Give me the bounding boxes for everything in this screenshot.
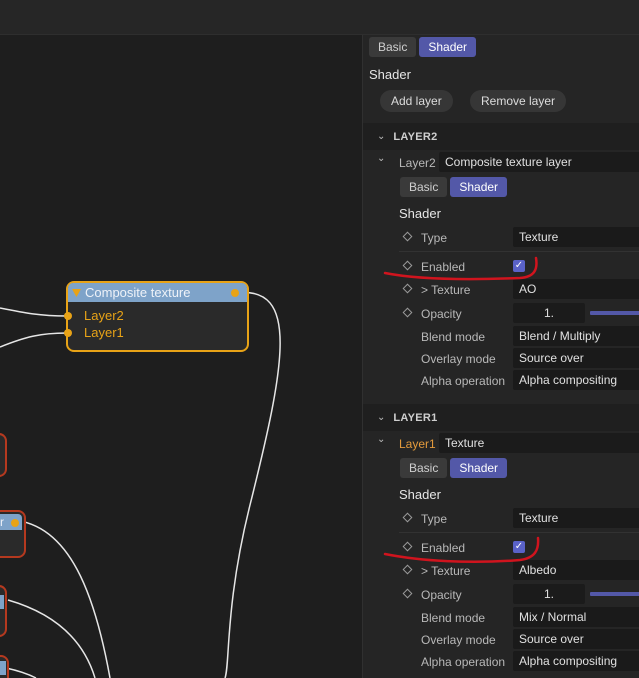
diamond-icon[interactable] — [402, 588, 413, 599]
texture-label[interactable]: > Texture — [421, 283, 470, 297]
chevron-down-icon[interactable]: ⌄ — [377, 412, 385, 423]
composite-texture-node[interactable]: Composite texture Layer2 Layer1 — [64, 281, 249, 352]
type-label: Type — [421, 512, 448, 526]
tab-shader[interactable]: Shader — [450, 177, 508, 197]
node-input-port-layer1[interactable] — [64, 329, 72, 337]
divider — [399, 532, 639, 533]
top-toolbar — [0, 0, 639, 35]
chevron-down-icon[interactable]: ⌄ — [377, 434, 385, 445]
tab-basic[interactable]: Basic — [400, 177, 448, 197]
opacity-input[interactable]: 1. — [513, 584, 585, 604]
chevron-down-icon[interactable]: ⌄ — [377, 153, 385, 164]
opacity-input[interactable]: 1. — [513, 303, 585, 323]
panel-title: Shader — [369, 67, 411, 82]
type-label: Type — [421, 231, 448, 245]
checkmark-icon: ✓ — [514, 541, 524, 552]
node-input-port-layer2[interactable] — [64, 312, 72, 320]
graph-node-partial[interactable]: r — [0, 510, 26, 558]
overlay-mode-select[interactable]: Source over — [513, 629, 639, 649]
divider — [399, 251, 639, 252]
tab-shader[interactable]: Shader — [419, 37, 477, 57]
chevron-down-icon[interactable]: ⌄ — [377, 131, 385, 142]
layer2-section-header[interactable]: ⌄ LAYER2 — [363, 123, 639, 150]
node-title: Composite texture — [85, 285, 191, 300]
tab-basic[interactable]: Basic — [369, 37, 417, 57]
graph-node-partial[interactable] — [0, 655, 9, 678]
section-title: LAYER1 — [393, 411, 438, 424]
graph-node-partial[interactable] — [0, 433, 7, 477]
diamond-icon[interactable] — [402, 307, 413, 318]
overlay-mode-label: Overlay mode — [421, 352, 496, 366]
layer1-section-header[interactable]: ⌄ LAYER1 — [363, 404, 639, 431]
graph-node-partial[interactable] — [0, 585, 7, 637]
section-title: LAYER2 — [393, 130, 438, 143]
tab-basic[interactable]: Basic — [400, 458, 448, 478]
layer-tabs: Basic Shader — [400, 177, 510, 197]
node-output-port[interactable] — [231, 289, 239, 297]
node-partial-title: r — [0, 515, 4, 529]
triangle-down-icon[interactable] — [72, 288, 81, 297]
layer-tabs: Basic Shader — [400, 458, 510, 478]
blend-mode-label: Blend mode — [421, 330, 486, 344]
blend-mode-label: Blend mode — [421, 611, 486, 625]
enabled-checkbox[interactable]: ✓ — [513, 260, 525, 272]
alpha-operation-select[interactable]: Alpha compositing — [513, 651, 639, 671]
inspector-panel: Basic Shader Shader Add layer Remove lay… — [362, 35, 639, 678]
shader-subtitle: Shader — [399, 206, 441, 221]
opacity-slider[interactable] — [590, 592, 639, 596]
opacity-label: Opacity — [421, 307, 462, 321]
node-graph-canvas[interactable]: r Composite texture Layer2 Layer1 — [0, 35, 362, 678]
blend-mode-select[interactable]: Mix / Normal — [513, 607, 639, 627]
texture-select[interactable]: Albedo — [513, 560, 639, 580]
layer-label: Layer1 — [399, 437, 436, 451]
shader-subtitle: Shader — [399, 487, 441, 502]
overlay-mode-label: Overlay mode — [421, 633, 496, 647]
enabled-label: Enabled — [421, 541, 466, 555]
tab-shader[interactable]: Shader — [450, 458, 508, 478]
add-layer-button[interactable]: Add layer — [380, 90, 453, 112]
inspector-tabs: Basic Shader — [369, 37, 479, 57]
diamond-icon[interactable] — [402, 564, 413, 575]
enabled-label: Enabled — [421, 260, 466, 274]
blend-mode-select[interactable]: Blend / Multiply — [513, 326, 639, 346]
node-wires — [0, 291, 281, 678]
diamond-icon[interactable] — [402, 541, 413, 552]
diamond-icon[interactable] — [402, 283, 413, 294]
layer-name-field[interactable]: Composite texture layer — [439, 152, 639, 172]
layer-name-field[interactable]: Texture — [439, 433, 639, 453]
alpha-operation-select[interactable]: Alpha compositing — [513, 370, 639, 390]
layer-label: Layer2 — [399, 156, 436, 170]
checkmark-icon: ✓ — [514, 260, 524, 271]
type-select[interactable]: Texture — [513, 227, 639, 247]
remove-layer-button[interactable]: Remove layer — [470, 90, 567, 112]
overlay-mode-select[interactable]: Source over — [513, 348, 639, 368]
alpha-operation-label: Alpha operation — [421, 374, 506, 388]
node-header[interactable]: Composite texture — [68, 283, 247, 302]
opacity-slider[interactable] — [590, 311, 639, 315]
enabled-checkbox[interactable]: ✓ — [513, 541, 525, 553]
alpha-operation-label: Alpha operation — [421, 655, 506, 669]
diamond-icon[interactable] — [402, 260, 413, 271]
type-select[interactable]: Texture — [513, 508, 639, 528]
texture-label[interactable]: > Texture — [421, 564, 470, 578]
diamond-icon[interactable] — [402, 231, 413, 242]
texture-select[interactable]: AO — [513, 279, 639, 299]
node-output-port[interactable] — [11, 519, 19, 527]
opacity-label: Opacity — [421, 588, 462, 602]
node-input-label-layer2: Layer2 — [84, 308, 124, 323]
diamond-icon[interactable] — [402, 512, 413, 523]
node-input-label-layer1: Layer1 — [84, 325, 124, 340]
